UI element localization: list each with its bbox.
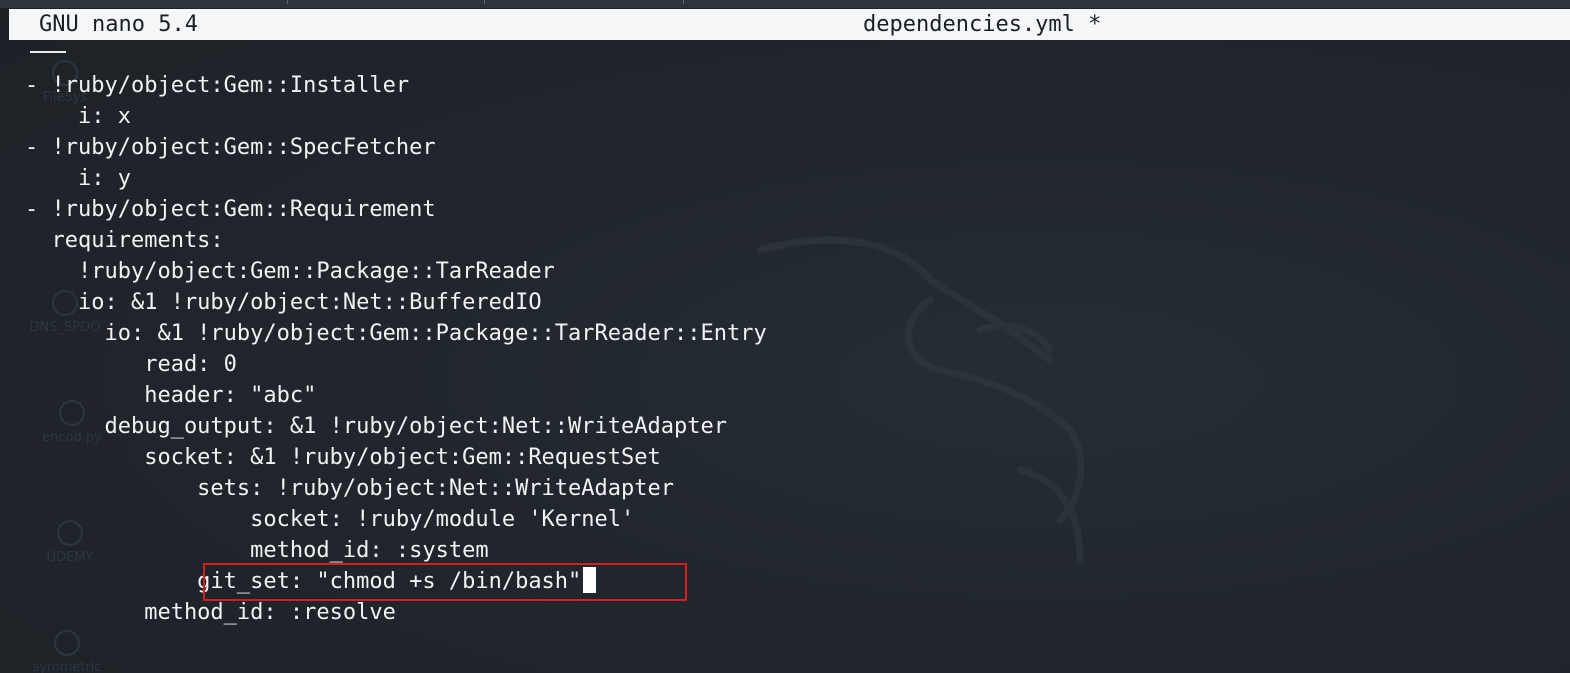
editor-line: read: 0 [25,352,237,377]
folder-icon [54,630,80,656]
editor-line: requirements: [25,228,224,253]
editor-line: sets: !ruby/object:Net::WriteAdapter [25,476,675,501]
editor-line: - !ruby/object:Gem::Requirement [25,197,436,222]
editor-line: debug_output: &1 !ruby/object:Net::Write… [25,414,727,439]
tab-divider [683,0,684,4]
tab-divider [484,0,485,4]
editor-line: socket: &1 !ruby/object:Gem::RequestSet [25,445,661,470]
editor-line: io: &1 !ruby/object:Net::BufferedIO [25,290,542,315]
editor-line: io: &1 !ruby/object:Gem::Package::TarRea… [25,321,767,346]
scrolled-line-fragment [30,51,66,53]
editor-line: header: "abc" [25,383,317,408]
desktop-icon-label: symmetric [32,660,102,673]
nano-title-bar: GNU nano 5.4 dependencies.yml * [9,9,1570,40]
tab-divider [287,0,288,4]
editor-line: !ruby/object:Gem::Package::TarReader [25,259,555,284]
editor-line: method_id: :resolve [25,600,396,625]
editor-line: - !ruby/object:Gem::SpecFetcher [25,135,436,160]
desktop-icon-symmetric[interactable]: symmetric [22,630,112,673]
highlight-annotation-box [203,563,687,601]
file-name: dependencies.yml * [863,12,1102,37]
editor-line: - !ruby/object:Gem::Installer [25,73,410,98]
app-name: GNU nano 5.4 [39,12,198,37]
window-top-strip [0,0,1570,8]
editor-line: socket: !ruby/module 'Kernel' [25,507,635,532]
editor-line: method_id: :system [25,538,489,563]
editor-line: i: y [25,166,131,191]
editor-line: i: x [25,104,131,129]
